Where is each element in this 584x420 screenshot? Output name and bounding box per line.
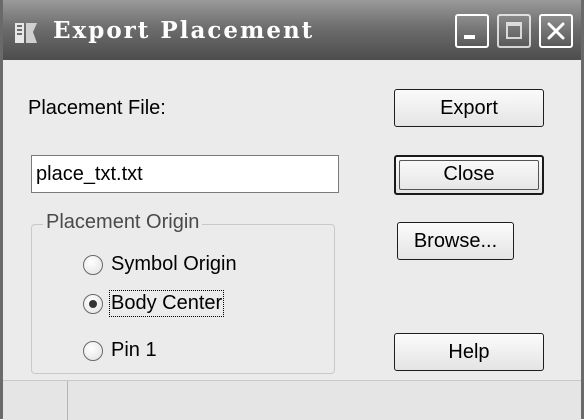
minimize-icon: [464, 35, 475, 39]
radio-selected-dot: [89, 300, 97, 308]
radio-button[interactable]: [83, 294, 103, 314]
radio-label: Symbol Origin: [111, 253, 237, 275]
radio-label: Body Center: [108, 290, 225, 317]
focus-ring: [399, 160, 539, 190]
help-button[interactable]: Help: [394, 333, 544, 371]
maximize-button[interactable]: [497, 14, 531, 48]
maximize-icon: [506, 22, 522, 39]
radio-button[interactable]: [83, 341, 103, 361]
close-button[interactable]: Close: [394, 155, 544, 195]
export-placement-dialog: Export Placement Placement File: place_t…: [0, 0, 584, 420]
status-bar: [3, 380, 581, 420]
placement-file-label: Placement File:: [28, 97, 166, 119]
window-title: Export Placement: [53, 17, 315, 44]
minimize-button[interactable]: [455, 14, 489, 48]
placement-origin-title: Placement Origin: [43, 211, 203, 234]
title-bar[interactable]: Export Placement: [3, 0, 581, 60]
app-icon[interactable]: [13, 20, 39, 46]
close-icon: [547, 22, 565, 40]
export-button[interactable]: Export: [394, 89, 544, 127]
status-pane: [3, 381, 68, 420]
radio-button[interactable]: [83, 255, 103, 275]
placement-file-input[interactable]: place_txt.txt: [31, 155, 339, 193]
browse-button[interactable]: Browse...: [397, 222, 514, 260]
close-window-button[interactable]: [539, 14, 573, 48]
radio-label: Pin 1: [111, 339, 157, 361]
